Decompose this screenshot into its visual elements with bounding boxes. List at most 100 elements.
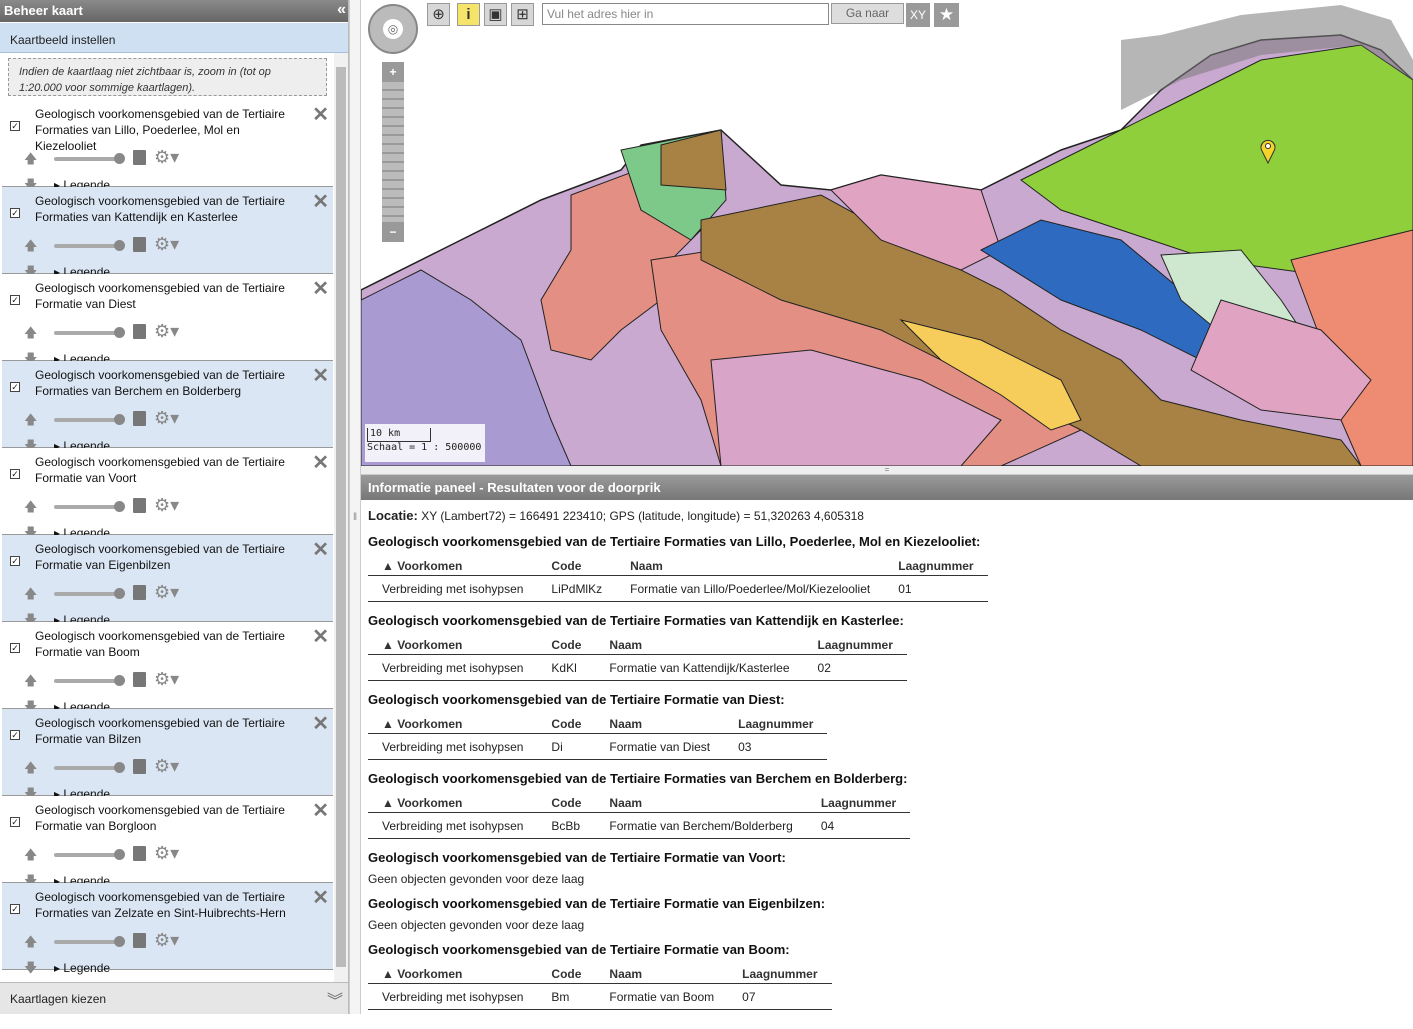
remove-layer-icon[interactable]: ✕ (312, 888, 329, 908)
column-header[interactable]: ▲ Voorkomen (368, 635, 538, 655)
layer-checkbox[interactable]: ✓ (10, 208, 20, 218)
collapse-panel-icon[interactable]: « (337, 0, 346, 20)
metadata-icon[interactable] (133, 498, 146, 513)
column-header[interactable]: ▲ Voorkomen (368, 964, 538, 984)
move-up-icon[interactable]: 🡅 (24, 150, 37, 172)
metadata-icon[interactable] (133, 933, 146, 948)
column-header[interactable]: Naam (595, 635, 804, 655)
layer-checkbox[interactable]: ✓ (10, 817, 20, 827)
move-up-icon[interactable]: 🡅 (24, 759, 37, 781)
layer-checkbox[interactable]: ✓ (10, 730, 20, 740)
info-icon[interactable]: i (457, 3, 480, 26)
opacity-slider-knob[interactable] (114, 849, 125, 860)
opacity-slider[interactable] (54, 244, 118, 248)
opacity-slider[interactable] (54, 766, 118, 770)
column-header[interactable]: Laagnummer (724, 714, 828, 734)
remove-layer-icon[interactable]: ✕ (312, 366, 329, 386)
metadata-icon[interactable] (133, 846, 146, 861)
gear-icon[interactable]: ⚙▾ (154, 931, 179, 949)
info-resize-handle[interactable]: = (361, 466, 1413, 475)
layer-checkbox[interactable]: ✓ (10, 556, 20, 566)
opacity-slider[interactable] (54, 853, 118, 857)
sort-asc-icon[interactable]: ▲ (382, 559, 397, 573)
move-up-icon[interactable]: 🡅 (24, 672, 37, 694)
column-header[interactable]: Laagnummer (728, 964, 832, 984)
opacity-slider-knob[interactable] (114, 327, 125, 338)
move-up-icon[interactable]: 🡅 (24, 324, 37, 346)
xy-button[interactable]: XY (906, 3, 930, 27)
column-header[interactable]: Code (537, 714, 596, 734)
geology-map[interactable] (361, 0, 1413, 466)
opacity-slider[interactable] (54, 940, 118, 944)
move-up-icon[interactable]: 🡅 (24, 585, 37, 607)
legend-toggle[interactable]: ▸ Legende (54, 961, 110, 975)
column-header[interactable]: Laagnummer (806, 793, 911, 813)
address-input[interactable]: Vul het adres hier in (542, 3, 829, 25)
globe-icon[interactable]: ◎ (383, 19, 403, 39)
expand-icon[interactable]: ︾ (327, 987, 343, 1011)
move-up-icon[interactable]: 🡅 (24, 933, 37, 955)
sort-asc-icon[interactable]: ▲ (382, 796, 397, 810)
sort-asc-icon[interactable]: ▲ (382, 717, 397, 731)
column-header[interactable]: Code (537, 793, 596, 813)
column-header[interactable]: Naam (616, 556, 885, 576)
metadata-icon[interactable] (133, 672, 146, 687)
column-header[interactable]: Laagnummer (884, 556, 988, 576)
opacity-slider[interactable] (54, 331, 118, 335)
layer-list-scrollbar[interactable] (334, 53, 348, 983)
select-box-icon[interactable]: ▣ (484, 3, 507, 26)
column-header[interactable]: Naam (595, 964, 729, 984)
opacity-slider[interactable] (54, 418, 118, 422)
column-header[interactable]: Laagnummer (803, 635, 907, 655)
gear-icon[interactable]: ⚙▾ (154, 583, 179, 601)
opacity-slider[interactable] (54, 505, 118, 509)
remove-layer-icon[interactable]: ✕ (312, 105, 329, 125)
map-view[interactable]: ◎ + − ⊕ i ▣ ⊞ Vul het adres hier in Ga n… (361, 0, 1413, 466)
column-header[interactable]: Code (537, 556, 617, 576)
sort-asc-icon[interactable]: ▲ (382, 638, 397, 652)
column-header[interactable]: ▲ Voorkomen (368, 556, 538, 576)
opacity-slider-knob[interactable] (114, 240, 125, 251)
metadata-icon[interactable] (133, 150, 146, 165)
remove-layer-icon[interactable]: ✕ (312, 453, 329, 473)
column-header[interactable]: ▲ Voorkomen (368, 793, 538, 813)
layer-checkbox[interactable]: ✓ (10, 904, 20, 914)
pan-control[interactable]: ◎ (368, 4, 418, 54)
column-header[interactable]: ▲ Voorkomen (368, 714, 538, 734)
metadata-icon[interactable] (133, 585, 146, 600)
layer-checkbox[interactable]: ✓ (10, 382, 20, 392)
gear-icon[interactable]: ⚙▾ (154, 757, 179, 775)
splitter-handle-icon[interactable]: ‖ (353, 512, 357, 523)
remove-layer-icon[interactable]: ✕ (312, 627, 329, 647)
opacity-slider-knob[interactable] (114, 588, 125, 599)
layer-checkbox[interactable]: ✓ (10, 643, 20, 653)
zoom-out-button[interactable]: − (382, 222, 404, 242)
gear-icon[interactable]: ⚙▾ (154, 148, 179, 166)
opacity-slider[interactable] (54, 679, 118, 683)
opacity-slider[interactable] (54, 592, 118, 596)
panel-splitter[interactable]: ‖ (349, 0, 361, 1014)
metadata-icon[interactable] (133, 411, 146, 426)
opacity-slider-knob[interactable] (114, 414, 125, 425)
move-up-icon[interactable]: 🡅 (24, 846, 37, 868)
column-header[interactable]: Naam (595, 793, 807, 813)
remove-layer-icon[interactable]: ✕ (312, 540, 329, 560)
gear-icon[interactable]: ⚙▾ (154, 844, 179, 862)
gear-icon[interactable]: ⚙▾ (154, 322, 179, 340)
layer-checkbox[interactable]: ✓ (10, 295, 20, 305)
metadata-icon[interactable] (133, 324, 146, 339)
column-header[interactable]: Code (537, 964, 596, 984)
metadata-icon[interactable] (133, 759, 146, 774)
opacity-slider-knob[interactable] (114, 675, 125, 686)
zoom-bar[interactable] (382, 82, 404, 222)
column-header[interactable]: Naam (595, 714, 725, 734)
gear-icon[interactable]: ⚙▾ (154, 409, 179, 427)
remove-layer-icon[interactable]: ✕ (312, 801, 329, 821)
section-header[interactable]: Kaartbeeld instellen (0, 23, 348, 53)
remove-layer-icon[interactable]: ✕ (312, 279, 329, 299)
metadata-icon[interactable] (133, 237, 146, 252)
column-header[interactable]: Code (537, 635, 596, 655)
zoom-in-button[interactable]: + (382, 62, 404, 82)
gear-icon[interactable]: ⚙▾ (154, 235, 179, 253)
move-up-icon[interactable]: 🡅 (24, 498, 37, 520)
